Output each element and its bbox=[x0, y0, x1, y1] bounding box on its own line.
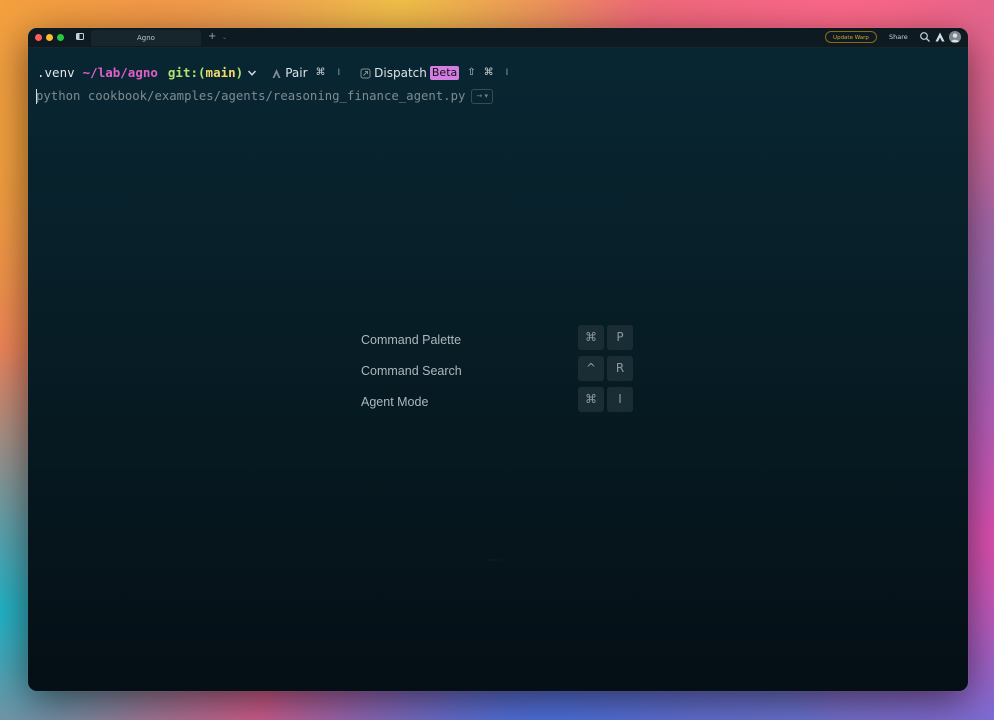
dispatch-label: Dispatch bbox=[374, 66, 427, 80]
pair-shortcut-key: I bbox=[337, 68, 341, 78]
tab-agno[interactable]: Agno bbox=[91, 30, 201, 46]
branch-open-paren: ( bbox=[198, 65, 206, 80]
search-icon[interactable] bbox=[919, 31, 931, 43]
maximize-window-button[interactable] bbox=[57, 34, 64, 41]
branch-close-paren: ) bbox=[235, 65, 244, 80]
shortcut-hints: Command Palette ⌘ P Command Search ^ R A… bbox=[361, 325, 637, 418]
pair-button[interactable]: Pair ⌘ I bbox=[271, 65, 340, 81]
warp-logo-icon[interactable] bbox=[934, 31, 946, 43]
pane-resize-handle[interactable]: ··· bbox=[490, 556, 501, 565]
shortcut-key: I bbox=[607, 387, 633, 412]
accept-suggestion-button[interactable]: → ▾ bbox=[471, 88, 494, 104]
pair-shortcut-cmd: ⌘ bbox=[315, 67, 326, 78]
close-window-button[interactable] bbox=[35, 34, 42, 41]
shortcut-row-command-search[interactable]: Command Search ^ R bbox=[361, 356, 637, 387]
share-button[interactable]: Share bbox=[889, 31, 908, 43]
shortcut-key: ^ bbox=[578, 356, 604, 381]
beta-badge: Beta bbox=[429, 66, 460, 80]
title-bar: Agno + ⌄ Update Warp Share bbox=[28, 28, 968, 48]
shortcut-key: R bbox=[607, 356, 633, 381]
chevron-down-icon[interactable] bbox=[247, 68, 257, 78]
sidebar-icon[interactable] bbox=[76, 33, 84, 40]
shell-prompt: .venv ~/lab/agno git: ( main ) Pair ⌘ I … bbox=[37, 65, 508, 81]
shortcut-row-command-palette[interactable]: Command Palette ⌘ P bbox=[361, 325, 637, 356]
dispatch-button[interactable]: Dispatch Beta ⇧ ⌘ I bbox=[360, 65, 508, 81]
pair-icon bbox=[272, 68, 281, 78]
command-input[interactable]: p ython cookbook/examples/agents/reasonin… bbox=[36, 87, 494, 105]
dispatch-icon bbox=[360, 68, 371, 78]
new-tab-button[interactable]: + bbox=[208, 30, 216, 44]
current-path: ~/lab/agno bbox=[82, 65, 158, 80]
shortcut-label: Command Search bbox=[361, 364, 462, 378]
shortcut-key: ⌘ bbox=[578, 325, 604, 350]
avatar-icon[interactable] bbox=[949, 31, 961, 43]
shortcut-key: ⌘ bbox=[578, 387, 604, 412]
git-branch[interactable]: main bbox=[206, 65, 236, 81]
dispatch-shortcut-shift: ⇧ bbox=[467, 67, 476, 78]
dispatch-shortcut-key: I bbox=[505, 68, 509, 78]
update-button[interactable]: Update Warp bbox=[825, 31, 877, 43]
input-first-char: p bbox=[36, 89, 44, 103]
git-label: git: bbox=[167, 65, 199, 80]
input-suggestion: ython cookbook/examples/agents/reasoning… bbox=[43, 89, 466, 103]
shortcut-label: Agent Mode bbox=[361, 395, 429, 409]
venv-label: .venv bbox=[37, 65, 75, 80]
shortcut-label: Command Palette bbox=[361, 333, 462, 347]
dispatch-shortcut-cmd: ⌘ bbox=[483, 67, 494, 78]
terminal-window: Agno + ⌄ Update Warp Share .venv ~/lab/a… bbox=[28, 28, 968, 691]
minimize-window-button[interactable] bbox=[46, 34, 53, 41]
pair-label: Pair bbox=[285, 66, 308, 80]
shortcut-key: P bbox=[607, 325, 633, 350]
new-tab-menu-icon[interactable]: ⌄ bbox=[222, 32, 227, 44]
shortcut-row-agent-mode[interactable]: Agent Mode ⌘ I bbox=[361, 387, 637, 418]
